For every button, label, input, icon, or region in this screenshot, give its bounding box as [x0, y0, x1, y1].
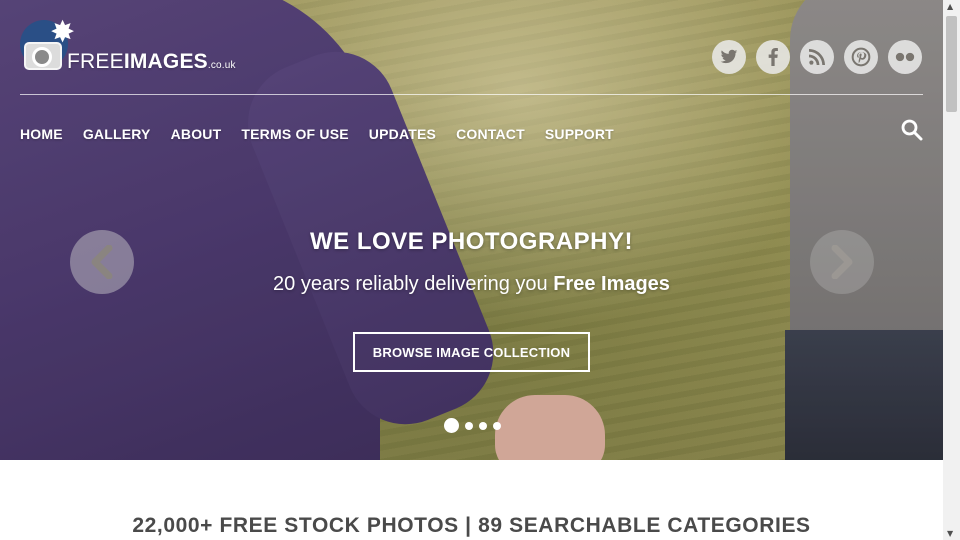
slider-dot-1[interactable] [444, 418, 459, 433]
nav-item-home[interactable]: HOME [20, 126, 63, 142]
nav-item-gallery[interactable]: GALLERY [83, 126, 151, 142]
chevron-right-icon [831, 245, 853, 279]
nav-item-updates[interactable]: UPDATES [369, 126, 436, 142]
rss-icon[interactable] [800, 40, 834, 74]
header-divider [20, 94, 923, 95]
main-nav: HOME GALLERY ABOUT TERMS OF USE UPDATES … [20, 126, 634, 142]
scroll-down-icon[interactable]: ▼ [947, 529, 953, 538]
search-icon[interactable] [900, 118, 924, 142]
nav-item-support[interactable]: SUPPORT [545, 126, 614, 142]
nav-item-contact[interactable]: CONTACT [456, 126, 525, 142]
hero-subtitle: 20 years reliably delivering you Free Im… [0, 273, 943, 296]
site-logo[interactable]: ✸ FREEIMAGES.co.uk [20, 15, 250, 76]
flickr-icon[interactable] [888, 40, 922, 74]
site-tagline: 22,000+ FREE STOCK PHOTOS | 89 SEARCHABL… [132, 514, 811, 537]
logo-camera-lens [32, 47, 52, 67]
scrollbar-thumb[interactable] [946, 16, 957, 112]
nav-item-terms-of-use[interactable]: TERMS OF USE [241, 126, 348, 142]
scroll-up-icon[interactable]: ▲ [947, 2, 953, 11]
hero-title: WE LOVE PHOTOGRAPHY! [310, 228, 633, 255]
social-links [712, 40, 922, 74]
chevron-left-icon [91, 245, 113, 279]
slider-dot-2[interactable] [465, 421, 473, 430]
slider-dot-3[interactable] [479, 421, 487, 430]
logo-flash-icon: ✸ [50, 15, 76, 50]
facebook-icon[interactable] [756, 40, 790, 74]
twitter-icon[interactable] [712, 40, 746, 74]
slider-pagination [444, 418, 501, 433]
browse-collection-button[interactable]: BROWSE IMAGE COLLECTION [353, 332, 590, 372]
hero-subtitle-bold: Free Images [553, 273, 670, 295]
logo-brand-light: FREE [67, 50, 124, 73]
page-scrollbar[interactable]: ▲ ▼ [943, 0, 960, 540]
logo-brand-bold: IMAGES [123, 50, 208, 73]
logo-brand-tld: .co.uk [207, 60, 236, 71]
nav-item-about[interactable]: ABOUT [171, 126, 222, 142]
slider-dot-4[interactable] [493, 421, 501, 430]
slider-prev-button[interactable] [70, 230, 134, 294]
pinterest-icon[interactable] [844, 40, 878, 74]
slider-next-button[interactable] [810, 230, 874, 294]
hero-subtitle-lead: 20 years reliably delivering you [273, 273, 554, 295]
logo-wordmark: FREEIMAGES.co.uk [67, 50, 236, 74]
